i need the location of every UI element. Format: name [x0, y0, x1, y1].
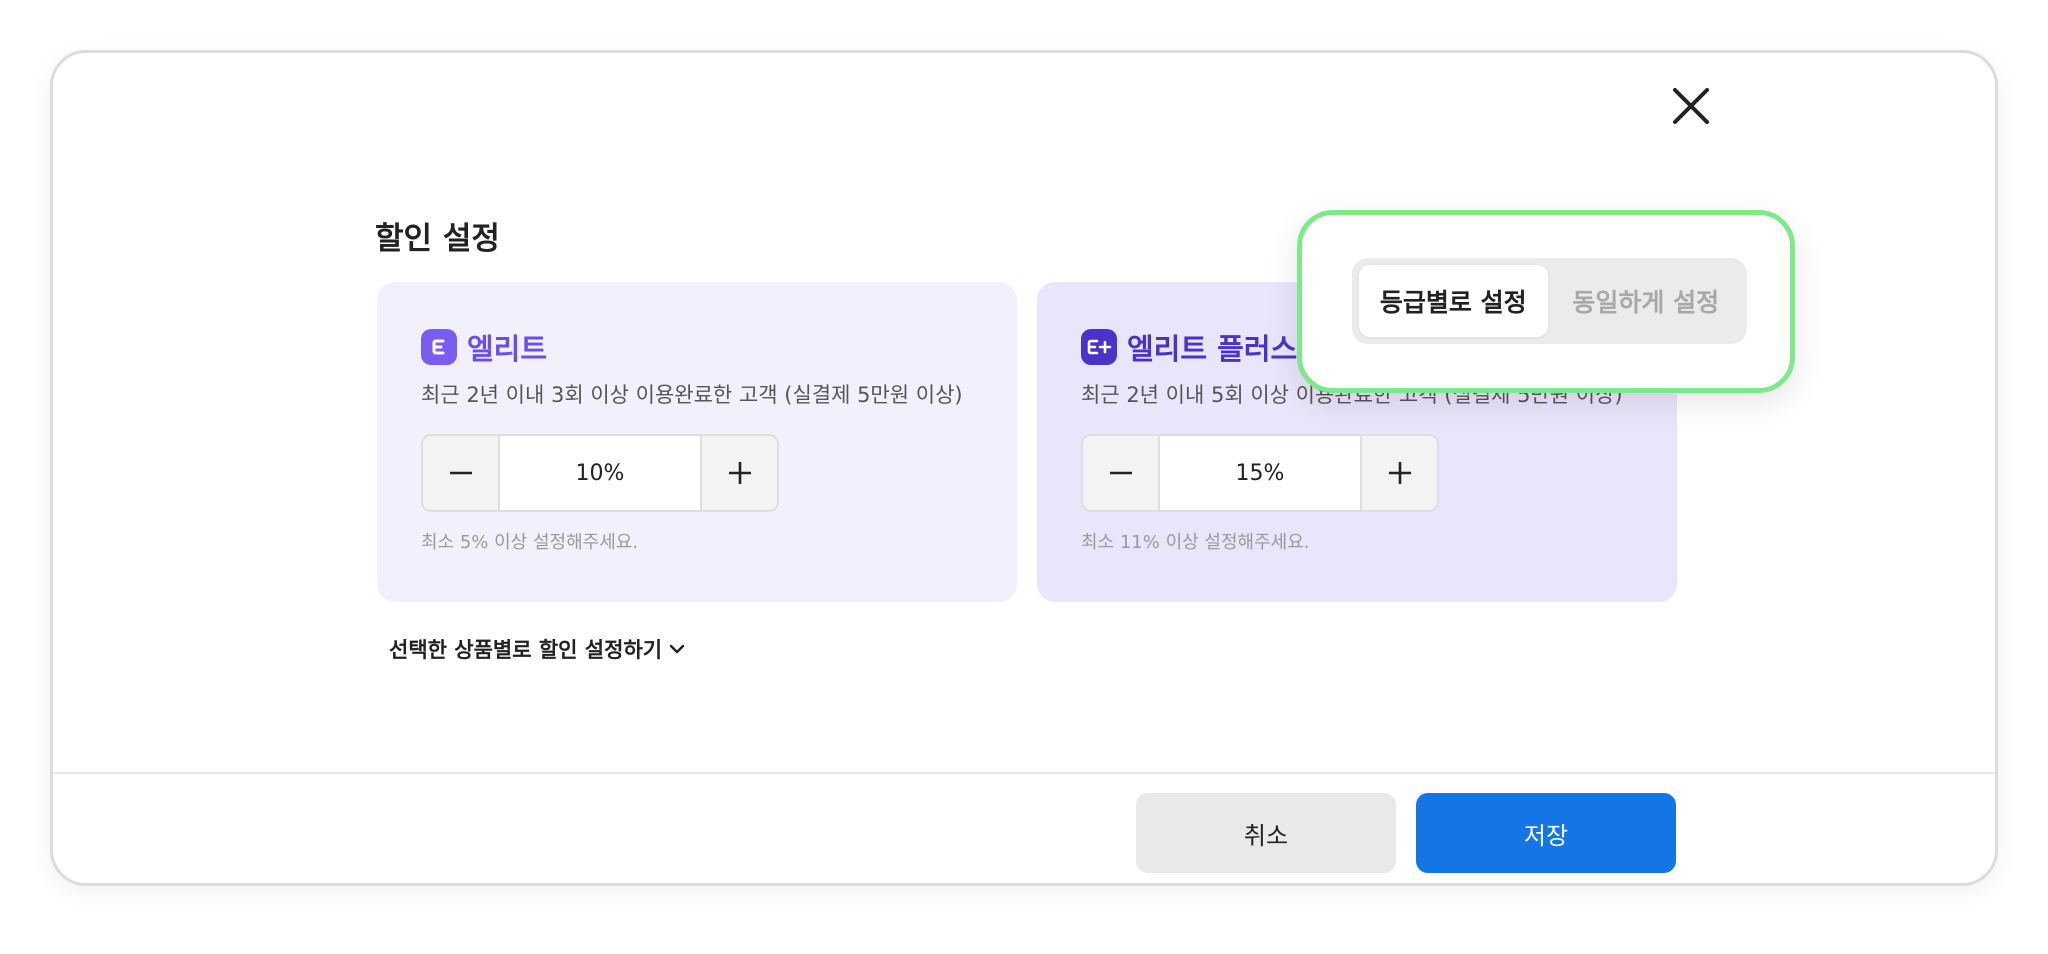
chevron-down-icon: [669, 644, 685, 654]
cancel-button[interactable]: 취소: [1136, 793, 1396, 873]
mode-option-by-grade[interactable]: 등급별로 설정: [1359, 265, 1548, 337]
elite-badge-icon: [421, 329, 457, 365]
discount-hint: 최소 11% 이상 설정해주세요.: [1081, 532, 1310, 553]
close-icon: [1673, 88, 1709, 124]
grade-description: 최근 2년 이내 3회 이상 이용완료한 고객 (실결제 5만원 이상): [421, 383, 963, 407]
decrease-button[interactable]: [423, 436, 500, 510]
discount-settings-modal: 할인 설정 엘리트 최근 2년 이내 3회 이상 이용완료한 고객 (실결제 5…: [50, 50, 1998, 886]
discount-value[interactable]: 15%: [1160, 436, 1360, 510]
discount-hint: 최소 5% 이상 설정해주세요.: [421, 532, 639, 553]
increase-button[interactable]: [700, 436, 777, 510]
save-button[interactable]: 저장: [1416, 793, 1676, 873]
grade-header: 엘리트 플러스: [1081, 326, 1297, 368]
mode-segmented-control[interactable]: 등급별로 설정 동일하게 설정: [1352, 258, 1747, 344]
close-button[interactable]: [1663, 78, 1719, 134]
product-discount-label: 선택한 상품별로 할인 설정하기: [389, 638, 663, 662]
plus-icon: [728, 462, 751, 484]
increase-button[interactable]: [1360, 436, 1437, 510]
minus-icon: [449, 471, 472, 475]
section-title: 할인 설정: [375, 221, 500, 257]
mode-option-same[interactable]: 동일하게 설정: [1552, 265, 1741, 337]
discount-value[interactable]: 10%: [500, 436, 700, 510]
grade-name: 엘리트: [467, 332, 548, 366]
discount-stepper[interactable]: 10%: [421, 434, 779, 512]
grade-header: 엘리트: [421, 326, 547, 368]
product-discount-toggle[interactable]: 선택한 상품별로 할인 설정하기: [389, 634, 686, 664]
minus-icon: [1109, 471, 1132, 475]
decrease-button[interactable]: [1083, 436, 1160, 510]
elite-plus-badge-icon: [1081, 329, 1117, 365]
plus-icon: [1388, 462, 1411, 484]
grade-card-elite: 엘리트 최근 2년 이내 3회 이상 이용완료한 고객 (실결제 5만원 이상)…: [377, 282, 1017, 602]
footer-divider: [53, 772, 1995, 774]
discount-stepper[interactable]: 15%: [1081, 434, 1439, 512]
grade-name: 엘리트 플러스: [1127, 332, 1298, 366]
mode-selector-highlight: 등급별로 설정 동일하게 설정: [1297, 210, 1795, 393]
